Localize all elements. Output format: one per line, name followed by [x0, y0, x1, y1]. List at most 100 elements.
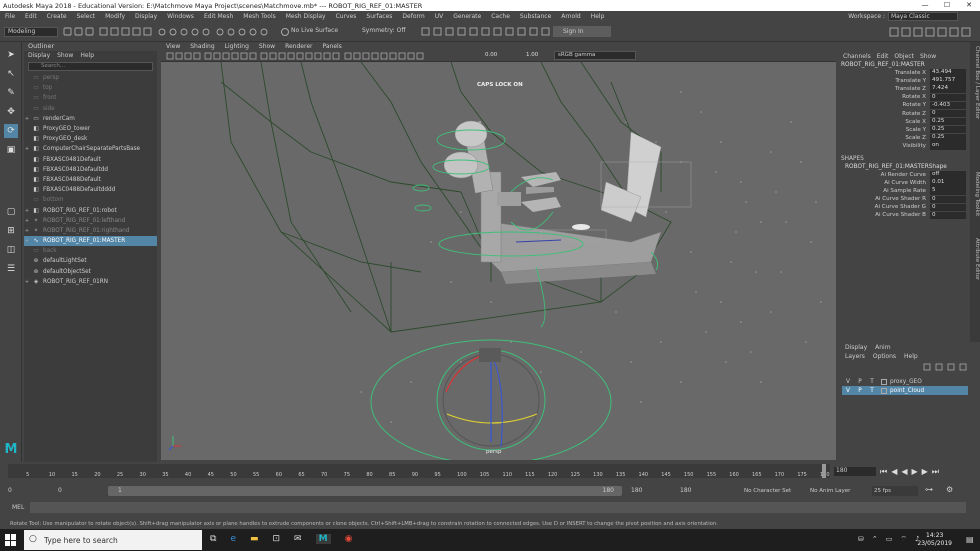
task-view-icon[interactable]: ⧉: [210, 534, 216, 544]
outliner-item[interactable]: ▭ back: [24, 246, 157, 256]
outliner-item[interactable]: + ◧ ROBOT_RIG_REF_01:robot: [24, 205, 157, 215]
menu-modify[interactable]: Modify: [100, 13, 130, 20]
attribute-value[interactable]: 0.25: [930, 117, 966, 126]
menu-file[interactable]: File: [0, 13, 20, 20]
menu-uv[interactable]: UV: [430, 13, 449, 20]
playback-controls[interactable]: ⏮◀◀▶▶⏭: [880, 467, 974, 477]
menu-set-dropdown[interactable]: Modeling: [4, 27, 58, 37]
attribute-value[interactable]: off: [930, 171, 966, 179]
channel-menu-edit[interactable]: Edit: [877, 53, 889, 60]
attribute-value[interactable]: 0: [930, 203, 966, 212]
color-space-dropdown[interactable]: sRGB gamma: [554, 51, 636, 60]
windows-start-icon[interactable]: [5, 534, 17, 546]
anim-layer-dropdown[interactable]: No Anim Layer: [810, 486, 868, 496]
menu-arnold[interactable]: Arnold: [556, 13, 585, 20]
layer-toggle-t[interactable]: T: [866, 379, 878, 385]
rotate-manipulator[interactable]: [370, 339, 612, 460]
viewport-3d[interactable]: CAPS LOCK ON persp: [161, 62, 836, 460]
attribute-value[interactable]: 0.25: [930, 125, 966, 134]
layer-name[interactable]: proxy_GEO: [890, 379, 922, 385]
scale-tool-icon[interactable]: ▣: [4, 143, 18, 157]
menu-curves[interactable]: Curves: [331, 13, 362, 20]
layer-row[interactable]: V P Tproxy_GEO: [842, 377, 968, 386]
workspace-dropdown[interactable]: Maya Classic: [888, 12, 958, 21]
current-time-marker[interactable]: [822, 464, 826, 478]
channel-menu-channels[interactable]: Channels: [843, 53, 871, 60]
layer-tab-display[interactable]: Display: [845, 344, 867, 351]
preferences-icon[interactable]: ⚙: [946, 485, 953, 494]
expand-toggle[interactable]: +: [24, 146, 30, 152]
tray-icon-1[interactable]: ⛁: [858, 535, 864, 544]
select-tool-icon[interactable]: ➤: [4, 48, 18, 62]
attribute-value[interactable]: 5: [930, 187, 966, 195]
layer-toggle-t[interactable]: T: [866, 388, 878, 394]
paint-select-icon[interactable]: ✎: [4, 86, 18, 100]
outliner-item[interactable]: + ✦ ROBOT_RIG_REF_01:righthand: [24, 226, 157, 236]
layer-buttons[interactable]: [922, 362, 972, 372]
outliner-item[interactable]: ◧ ProxyGEO_tower: [24, 124, 157, 134]
taskbar-search-input[interactable]: ○ Type here to search: [24, 530, 202, 550]
outliner-menu-display[interactable]: Display: [28, 51, 50, 60]
layer-toggle-v[interactable]: V: [842, 379, 854, 385]
layer-menu-options[interactable]: Options: [873, 353, 896, 360]
layer-row[interactable]: V P Tpoint_Cloud: [842, 386, 968, 395]
menu-edit-mesh[interactable]: Edit Mesh: [199, 13, 238, 20]
sign-in-button[interactable]: Sign In: [553, 26, 611, 37]
channel-menu-show[interactable]: Show: [920, 53, 936, 60]
outliner-item[interactable]: ◧ FBXASC0488Default: [24, 175, 157, 185]
edge-icon[interactable]: e: [230, 534, 236, 544]
expand-toggle[interactable]: +: [24, 279, 30, 285]
range-start-field[interactable]: 0: [8, 486, 48, 496]
menu-windows[interactable]: Windows: [162, 13, 199, 20]
menu-select[interactable]: Select: [72, 13, 101, 20]
notification-icon[interactable]: ▤: [966, 535, 974, 544]
four-view-icon[interactable]: ⊞: [4, 224, 18, 238]
character-set-dropdown[interactable]: No Character Set: [744, 486, 806, 496]
attribute-value[interactable]: 491.757: [930, 77, 966, 85]
menu-mesh-display[interactable]: Mesh Display: [281, 13, 331, 20]
live-surface-label[interactable]: No Live Surface: [291, 27, 349, 34]
battery-icon[interactable]: ▭: [886, 535, 893, 544]
outliner-item[interactable]: + ∿ ROBOT_RIG_REF_01:MASTER: [24, 236, 157, 247]
attribute-value[interactable]: 7.424: [930, 85, 966, 93]
outliner-menu-help[interactable]: Help: [80, 51, 94, 60]
attribute-value[interactable]: 0: [930, 109, 966, 118]
channel-menu-object[interactable]: Object: [894, 53, 914, 60]
attribute-value[interactable]: 0.25: [930, 134, 966, 142]
expand-toggle[interactable]: +: [24, 218, 30, 224]
symmetry-label[interactable]: Symmetry: Off: [362, 27, 418, 34]
render-icons[interactable]: [420, 26, 550, 38]
outliner-item[interactable]: + ◈ ROBOT_RIG_REF_01RN: [24, 277, 157, 287]
layer-color-swatch[interactable]: [881, 378, 887, 385]
outliner-item[interactable]: + ✦ ROBOT_RIG_REF_01:lefthand: [24, 216, 157, 226]
layer-tab-anim[interactable]: Anim: [875, 344, 890, 351]
menu-generate[interactable]: Generate: [448, 13, 486, 20]
outliner-item[interactable]: + ◧ ComputerChairSeparatePartsBase: [24, 144, 157, 154]
attribute-value[interactable]: 0: [930, 195, 966, 204]
outliner-item[interactable]: ▭ bottom: [24, 195, 157, 205]
viewport-menu-shading[interactable]: Shading: [185, 43, 219, 50]
outliner-item[interactable]: + ▭ renderCam: [24, 114, 157, 124]
expand-toggle[interactable]: +: [24, 228, 30, 234]
wifi-icon[interactable]: ⌔: [900, 535, 907, 544]
lasso-tool-icon[interactable]: ↖: [4, 67, 18, 81]
side-by-side-icon[interactable]: ◫: [4, 243, 18, 257]
anim-start-field[interactable]: 0: [56, 486, 104, 496]
viewport-menu-view[interactable]: View: [161, 43, 185, 50]
attribute-value[interactable]: 0.01: [930, 179, 966, 187]
attribute-value[interactable]: -0.403: [930, 101, 966, 110]
menu-edit[interactable]: Edit: [20, 13, 42, 20]
maya-taskbar-icon[interactable]: M: [315, 534, 331, 544]
chrome-icon[interactable]: ◉: [345, 534, 353, 544]
single-view-icon[interactable]: ▢: [4, 205, 18, 219]
anim-end-field[interactable]: 180: [629, 486, 673, 496]
attribute-value[interactable]: 43.494: [930, 69, 966, 77]
menu-display[interactable]: Display: [130, 13, 162, 20]
store-icon[interactable]: ⊡: [273, 534, 281, 544]
menu-surfaces[interactable]: Surfaces: [361, 13, 397, 20]
side-tab[interactable]: Channel Box / Layer Editor: [970, 46, 980, 119]
expand-toggle[interactable]: +: [24, 208, 30, 214]
outliner-layout-icon[interactable]: ☰: [4, 262, 18, 276]
outliner-item[interactable]: ◧ FBXASC0481Default: [24, 155, 157, 165]
viewport-menu-show[interactable]: Show: [254, 43, 280, 50]
